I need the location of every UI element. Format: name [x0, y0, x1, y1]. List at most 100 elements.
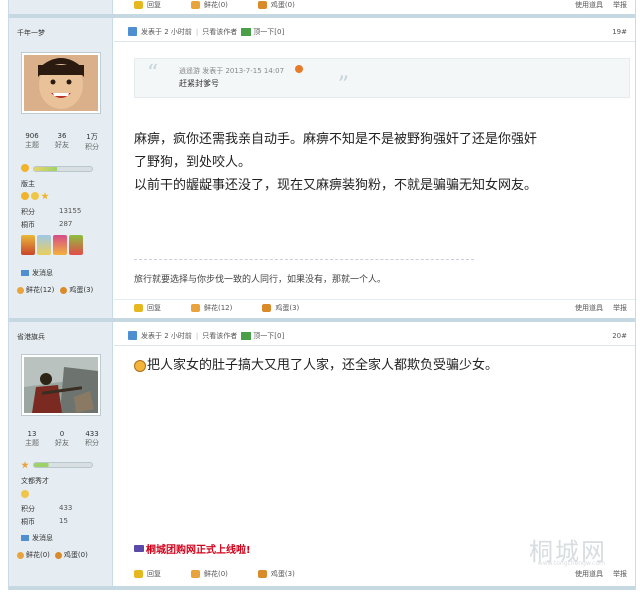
points-label: 积分 [21, 208, 35, 216]
reply-button[interactable]: 回复 [134, 303, 161, 313]
stat-friends[interactable]: 0 好友 [47, 430, 77, 448]
author-gifts: 鲜花(0) 鸡蛋(0) [17, 550, 88, 560]
send-message-link[interactable]: 发消息 [21, 533, 53, 543]
rank-icons [21, 192, 49, 200]
points-value: 433 [59, 504, 73, 512]
coins-value: 15 [59, 517, 68, 525]
egg-count[interactable]: 鸡蛋(3) [69, 285, 93, 295]
stat-value: 433 [85, 430, 99, 438]
flower-label: 鲜花(12) [204, 304, 233, 312]
stat-threads[interactable]: 13 主题 [17, 430, 47, 448]
reply-icon [134, 569, 143, 578]
stat-label: 好友 [55, 439, 69, 447]
points-label: 积分 [21, 505, 35, 513]
reply-label: 回复 [147, 569, 161, 578]
avatar-image [24, 357, 98, 413]
author-stats: 906 主题 36 好友 1万 积分 [17, 132, 107, 152]
egg-button[interactable]: 鸡蛋(3) [257, 569, 295, 579]
report-link[interactable]: 举报 [613, 0, 627, 10]
flower-count[interactable]: 鲜花(12) [26, 285, 54, 295]
egg-icon [60, 286, 68, 294]
floor-number[interactable]: 19# [612, 28, 627, 36]
reply-button[interactable]: 回复 [134, 0, 161, 10]
author-name[interactable]: 省港旗兵 [17, 332, 45, 342]
floor-number[interactable]: 20# [612, 332, 627, 340]
prev-post-actions: 回复 鲜花(0) 鸡蛋(0) 使用道具 举报 [114, 0, 635, 14]
stat-label: 积分 [85, 439, 99, 447]
egg-icon [54, 551, 62, 559]
flower-icon [17, 551, 24, 559]
moon-icon [31, 192, 39, 200]
egg-icon [257, 0, 267, 9]
post-actions: 回复 鲜花(12) 鸡蛋(3) 使用道具 举报 [114, 299, 635, 316]
rank-title: 文都秀才 [21, 477, 49, 485]
ad-link[interactable]: 桐城团购网正式上线啦! [134, 541, 251, 556]
reply-button[interactable]: 回复 [134, 569, 161, 579]
body-line: 了野狗，到处咬人。 [134, 155, 252, 170]
post-body: 麻痹，疯你还需我亲自动手。麻痹不知是不是被野狗强奸了还是你强奸 了野狗，到处咬人… [134, 128, 615, 197]
flower-count[interactable]: 鲜花(0) [26, 550, 50, 560]
stat-label: 主题 [25, 141, 39, 149]
post-time: 发表于 2 小时前 [141, 27, 192, 36]
send-message-label: 发消息 [32, 534, 53, 542]
post-icon [128, 331, 137, 340]
coins-value: 287 [59, 220, 73, 228]
coins-row: 桐币 15 [21, 517, 68, 527]
medal-icon[interactable] [53, 235, 67, 255]
bump-link[interactable]: 顶一下[0] [253, 331, 284, 341]
body-line: 麻痹，疯你还需我亲自动手。麻痹不知是不是被野狗强奸了还是你强奸 [134, 132, 538, 147]
flower-icon [191, 0, 200, 9]
egg-icon [262, 304, 272, 312]
post-content: 发表于 2 小时前 | 只看该作者 顶一下[0] 20# 把人家女的肚子搞大又甩… [114, 322, 635, 590]
stat-friends[interactable]: 36 好友 [47, 132, 77, 152]
avatar[interactable] [21, 354, 101, 416]
only-author-link[interactable]: 只看该作者 [202, 331, 237, 341]
send-message-link[interactable]: 发消息 [21, 268, 53, 278]
mail-icon [21, 535, 29, 541]
points-row: 积分 13155 [21, 207, 81, 217]
stat-points[interactable]: 1万 积分 [77, 132, 107, 152]
bump-link[interactable]: 顶一下[0] [253, 27, 284, 37]
stat-threads[interactable]: 906 主题 [17, 132, 47, 152]
points-value: 13155 [59, 207, 82, 215]
egg-icon [257, 569, 267, 578]
thumb-icon [241, 331, 252, 340]
egg-button[interactable]: 鸡蛋(0) [257, 0, 295, 10]
only-author-link[interactable]: 只看该作者 [202, 27, 237, 37]
sun-icon [21, 192, 29, 200]
medal-icon[interactable] [37, 235, 51, 255]
stat-value: 0 [59, 430, 65, 438]
author-gifts: 鲜花(12) 鸡蛋(3) [17, 285, 93, 295]
author-name[interactable]: 千年一梦 [17, 28, 45, 38]
flower-icon [191, 304, 200, 312]
post-icon [128, 27, 137, 36]
egg-label: 鸡蛋(3) [270, 569, 295, 578]
rank-title: 版主 [21, 180, 35, 188]
points-row: 积分 433 [21, 504, 72, 514]
sidebar-top [9, 0, 113, 14]
quote-close-icon: ” [337, 73, 349, 98]
use-item-link[interactable]: 使用道具 [575, 0, 603, 10]
jump-icon[interactable] [295, 65, 303, 73]
author-sidebar: 千年一梦 906 主题 36 好友 1万 积分 版主 积分 13155 桐币 2… [9, 18, 113, 318]
egg-count[interactable]: 鸡蛋(0) [64, 550, 88, 560]
flower-button[interactable]: 鲜花(12) [191, 303, 232, 313]
flower-button[interactable]: 鲜花(0) [191, 569, 228, 579]
post-actions: 回复 鲜花(0) 鸡蛋(3) 使用道具 举报 [114, 565, 635, 582]
moon-icon [21, 490, 29, 498]
post-content: 发表于 2 小时前 | 只看该作者 顶一下[0] 19# “ 逍遥游 发表于 2… [114, 18, 635, 318]
thumb-icon [241, 27, 252, 36]
use-item-link[interactable]: 使用道具 [575, 569, 603, 579]
body-line: 以前干的龌龊事还没了，现在又麻痹装狗粉，不就是骗骗无知女网友。 [134, 178, 538, 193]
quote-meta: 逍遥游 发表于 2013-7-15 14:07 [179, 67, 285, 75]
avatar[interactable] [21, 52, 101, 114]
report-link[interactable]: 举报 [613, 303, 627, 313]
medal-icon[interactable] [21, 235, 35, 255]
use-item-link[interactable]: 使用道具 [575, 303, 603, 313]
egg-button[interactable]: 鸡蛋(3) [262, 303, 299, 313]
quote-block: “ 逍遥游 发表于 2013-7-15 14:07 赶紧封爹号 ” [134, 58, 630, 98]
report-link[interactable]: 举报 [613, 569, 627, 579]
flower-button[interactable]: 鲜花(0) [191, 0, 228, 10]
medal-icon[interactable] [69, 235, 83, 255]
stat-points[interactable]: 433 积分 [77, 430, 107, 448]
